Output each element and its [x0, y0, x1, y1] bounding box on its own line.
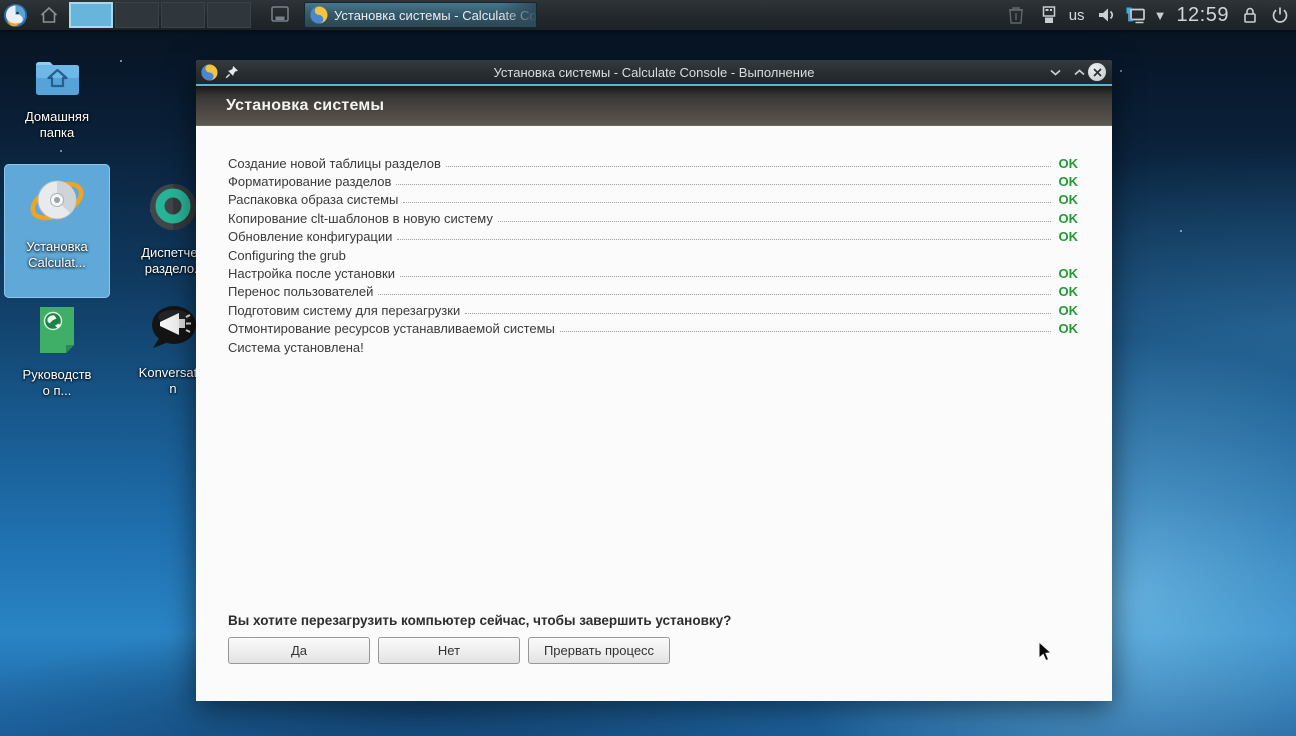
- task-label: Отмонтирование ресурсов устанавливаемой …: [228, 321, 555, 337]
- konversation-icon: [146, 302, 200, 359]
- tray-expander-icon[interactable]: ▼: [1154, 8, 1167, 23]
- pin-icon[interactable]: [225, 65, 239, 79]
- minimize-button[interactable]: [1046, 63, 1064, 81]
- dotted-leader: [396, 184, 1051, 186]
- task-row: Создание новой таблицы разделов OK: [228, 154, 1078, 172]
- task-row: Копирование clt-шаблонов в новую систему…: [228, 209, 1078, 227]
- task-label: Настройка после установки: [228, 266, 395, 282]
- task-label: Configuring the grub: [228, 247, 346, 263]
- desktop-icon-label: Домашняя папка: [24, 109, 90, 140]
- desktop-icon-install-calculate[interactable]: Установка Calculat...: [4, 164, 110, 298]
- virtual-desktop-3[interactable]: [161, 2, 205, 28]
- virtual-desktop-2[interactable]: [115, 2, 159, 28]
- app-launcher-icon[interactable]: [3, 3, 28, 28]
- window-titlebar[interactable]: Установка системы - Calculate Console - …: [196, 60, 1112, 86]
- dotted-leader: [378, 294, 1051, 296]
- desktop-icon-handbook[interactable]: Руководств о п...: [4, 294, 110, 399]
- task-row: Настройка после установки OK: [228, 264, 1078, 282]
- device-notifier-icon[interactable]: [1040, 5, 1060, 25]
- task-label: Создание новой таблицы разделов: [228, 155, 441, 171]
- install-task-list: Создание новой таблицы разделов OK Формати…: [228, 154, 1078, 356]
- handbook-icon: [34, 304, 80, 361]
- task-row: Система установлена!: [228, 338, 1078, 356]
- power-icon[interactable]: [1270, 5, 1290, 25]
- reboot-question: Вы хотите перезагрузить компьютер сейчас…: [228, 613, 732, 628]
- network-icon[interactable]: [1125, 5, 1145, 25]
- task-status-ok: OK: [1058, 210, 1079, 226]
- task-label: Подготовим систему для перезагрузки: [228, 302, 461, 318]
- no-button[interactable]: Нет: [378, 637, 520, 664]
- dotted-leader: [397, 239, 1051, 241]
- desktop-icon-label: Руководств о п...: [22, 367, 92, 398]
- task-row: Подготовим систему для перезагрузки OK: [228, 301, 1078, 319]
- label-fade: [500, 3, 536, 27]
- virtual-desktop-1[interactable]: [69, 2, 113, 28]
- installer-window: Установка системы - Calculate Console - …: [196, 60, 1112, 701]
- taskbar-task-button[interactable]: Установка системы - Calculate Co: [304, 2, 537, 28]
- desktop-icon-home-folder[interactable]: Домашняя папка: [4, 46, 110, 141]
- task-row: Перенос пользователей OK: [228, 283, 1078, 301]
- task-label: Обновление конфигурации: [228, 229, 393, 245]
- task-row: Обновление конфигурации OK: [228, 228, 1078, 246]
- task-row: Форматирование разделов OK: [228, 172, 1078, 190]
- virtual-desktop-pager: [69, 2, 253, 28]
- keyboard-layout-indicator[interactable]: us: [1069, 7, 1085, 24]
- dotted-leader: [497, 220, 1051, 222]
- home-button-icon[interactable]: [38, 4, 60, 26]
- taskbar: Установка системы - Calculate Co us ▼ 12…: [0, 0, 1296, 30]
- dotted-leader: [399, 276, 1051, 278]
- task-label: Копирование clt-шаблонов в новую систему: [228, 210, 493, 226]
- task-label: Форматирование разделов: [228, 174, 392, 190]
- yes-button[interactable]: Да: [228, 637, 370, 664]
- dotted-leader: [403, 202, 1051, 204]
- window-content: Создание новой таблицы разделов OK Формати…: [196, 125, 1112, 701]
- calculate-cd-icon: [28, 174, 86, 233]
- home-folder-icon: [32, 56, 82, 103]
- clock[interactable]: 12:59: [1176, 4, 1229, 27]
- task-status-ok: OK: [1058, 155, 1079, 171]
- task-row: Распаковка образа системы OK: [228, 191, 1078, 209]
- dotted-leader: [465, 312, 1051, 314]
- abort-button[interactable]: Прервать процесс: [528, 637, 670, 664]
- dotted-leader: [445, 165, 1051, 167]
- task-row: Configuring the grub: [228, 246, 1078, 264]
- task-status-ok: OK: [1058, 302, 1079, 318]
- dotted-leader: [559, 331, 1051, 333]
- dialog-buttons: Да Нет Прервать процесс: [228, 637, 670, 664]
- window-header: Установка системы: [196, 86, 1112, 125]
- volume-icon[interactable]: [1096, 5, 1116, 25]
- task-label: Перенос пользователей: [228, 284, 374, 300]
- mouse-cursor: [1038, 640, 1054, 668]
- page-title: Установка системы: [226, 96, 385, 114]
- task-status-ok: OK: [1058, 174, 1079, 190]
- task-status-ok: OK: [1058, 229, 1079, 245]
- calculate-console-icon: [310, 6, 328, 24]
- lock-icon[interactable]: [1241, 5, 1261, 25]
- task-label: Распаковка образа системы: [228, 192, 399, 208]
- virtual-desktop-4[interactable]: [207, 2, 251, 28]
- task-status-ok: OK: [1058, 321, 1079, 337]
- task-status-ok: OK: [1058, 192, 1079, 208]
- task-status-ok: OK: [1058, 284, 1079, 300]
- task-label: Система установлена!: [228, 339, 364, 355]
- maximize-button[interactable]: [1070, 63, 1088, 81]
- partition-manager-icon: [146, 180, 200, 239]
- trash-icon[interactable]: [1007, 5, 1027, 25]
- window-title: Установка системы - Calculate Console - …: [493, 64, 815, 80]
- task-row: Отмонтирование ресурсов устанавливаемой …: [228, 320, 1078, 338]
- task-status-ok: OK: [1058, 266, 1079, 282]
- show-desktop-icon[interactable]: [269, 4, 291, 26]
- desktop: Установка системы - Calculate Co us ▼ 12…: [0, 0, 1296, 736]
- window-app-icon: [201, 63, 218, 81]
- desktop-icon-label: Установка Calculat...: [26, 239, 88, 270]
- close-button[interactable]: [1088, 63, 1106, 81]
